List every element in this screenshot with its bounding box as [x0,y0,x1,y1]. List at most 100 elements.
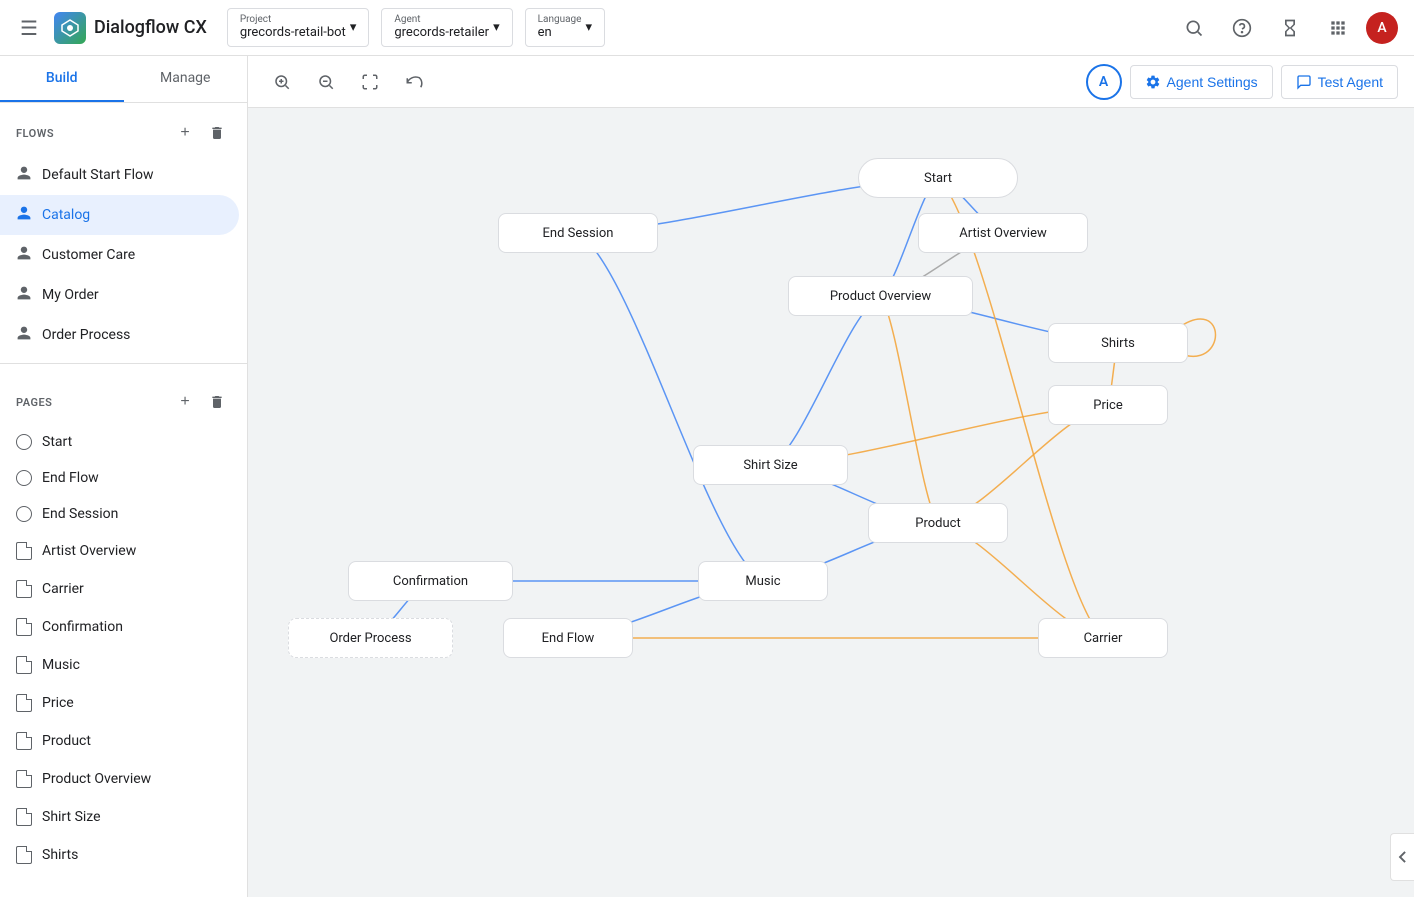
sidebar-page-label: Carrier [42,581,84,597]
flow-node-order-process[interactable]: Order Process [288,618,453,658]
language-dropdown-arrow: ▾ [585,20,592,35]
fit-screen-button[interactable] [352,64,388,100]
flow-node-music[interactable]: Music [698,561,828,601]
sidebar-item-end-flow[interactable]: End Flow [0,460,239,496]
sidebar-item-start[interactable]: Start [0,424,239,460]
sidebar-item-shirts[interactable]: Shirts [0,836,239,874]
sidebar-item-product[interactable]: Product [0,722,239,760]
agent-value: grecords-retailer [394,25,489,40]
flow-node-price[interactable]: Price [1048,385,1168,425]
language-label: Language [538,15,582,25]
sidebar-item-carrier[interactable]: Carrier [0,570,239,608]
sidebar-page-label: Start [42,434,72,450]
circle-icon [16,434,32,450]
project-dropdown-arrow: ▾ [350,20,357,35]
delete-page-button[interactable] [203,388,231,416]
app-name: Dialogflow CX [94,17,207,38]
flow-node-product-overview[interactable]: Product Overview [788,276,973,316]
sidebar-page-label: Product Overview [42,771,151,787]
flow-node-label: End Session [543,226,614,241]
sidebar-item-catalog[interactable]: Catalog [0,195,239,235]
sidebar-item-end-session[interactable]: End Session [0,496,239,532]
flow-node-artist-overview[interactable]: Artist Overview [918,213,1088,253]
zoom-out-button[interactable] [308,64,344,100]
language-value: en [538,25,582,40]
nav-icons: A [1174,8,1398,48]
flow-node-label: Shirts [1101,336,1135,351]
flow-node-end-flow[interactable]: End Flow [503,618,633,658]
project-dropdown[interactable]: Project grecords-retail-bot ▾ [227,8,370,47]
sidebar-page-label: End Session [42,506,118,522]
sidebar-item-price[interactable]: Price [0,684,239,722]
page-icon [16,846,32,864]
canvas-toolbar-right: A Agent Settings Test Agent [1086,64,1398,100]
flow-person-icon [16,285,32,305]
sidebar-item-shirt-size[interactable]: Shirt Size [0,798,239,836]
sidebar-item-music[interactable]: Music [0,646,239,684]
nav-dropdowns: Project grecords-retail-bot ▾ Agent grec… [227,8,605,47]
zoom-in-button[interactable] [264,64,300,100]
flow-node-confirmation[interactable]: Confirmation [348,561,513,601]
flow-node-label: Price [1093,398,1122,413]
flow-node-end-session[interactable]: End Session [498,213,658,253]
delete-flow-button[interactable] [203,119,231,147]
flow-node-start[interactable]: Start [858,158,1018,198]
sidebar-page-label: Music [42,657,80,673]
flow-canvas[interactable]: Start End Session Artist Overview Product O… [248,108,1414,897]
add-flow-button[interactable]: + [171,119,199,147]
flow-node-product[interactable]: Product [868,503,1008,543]
sidebar-item-customer-care[interactable]: Customer Care [0,235,239,275]
page-icon [16,580,32,598]
sidebar-item-order-process[interactable]: Order Process [0,315,239,355]
flows-section-icons: + [171,119,231,147]
flow-node-label: Start [924,171,952,186]
page-icon [16,770,32,788]
pages-list: Start End Flow End Session Artist Overvi… [0,424,247,874]
flow-node-shirt-size[interactable]: Shirt Size [693,445,848,485]
sidebar-page-label: Confirmation [42,619,123,635]
app-logo [54,12,86,44]
sidebar: Build Manage FLOWS + Default Start Flow … [0,56,248,897]
flow-node-label: Product Overview [830,289,931,304]
app-brand: Dialogflow CX [54,12,207,44]
grid-button[interactable] [1318,8,1358,48]
pages-section-header: PAGES + [0,372,247,424]
sidebar-item-default-start-flow[interactable]: Default Start Flow [0,155,239,195]
flow-node-label: Music [745,574,780,589]
search-button[interactable] [1174,8,1214,48]
agent-label: Agent [394,15,489,25]
sidebar-item-product-overview[interactable]: Product Overview [0,760,239,798]
hamburger-icon[interactable]: ☰ [16,12,42,44]
flow-person-icon [16,325,32,345]
sidebar-item-label: My Order [42,287,99,303]
sidebar-item-confirmation[interactable]: Confirmation [0,608,239,646]
sidebar-item-artist-overview[interactable]: Artist Overview [0,532,239,570]
tab-build[interactable]: Build [0,56,124,102]
language-dropdown[interactable]: Language en ▾ [525,8,605,47]
flow-node-shirts[interactable]: Shirts [1048,323,1188,363]
add-page-button[interactable]: + [171,388,199,416]
circle-icon [16,506,32,522]
sidebar-item-my-order[interactable]: My Order [0,275,239,315]
page-icon [16,656,32,674]
sidebar-item-label: Catalog [42,207,90,223]
flow-node-label: End Flow [542,631,595,646]
test-agent-button[interactable]: Test Agent [1281,65,1398,99]
flow-connections [248,108,1414,897]
agent-settings-button[interactable]: Agent Settings [1130,65,1273,99]
canvas-area: A Agent Settings Test Agent Start End Ses… [248,56,1414,897]
hourglass-button[interactable] [1270,8,1310,48]
user-avatar[interactable]: A [1366,12,1398,44]
undo-button[interactable] [396,64,432,100]
sidebar-page-label: Shirt Size [42,809,101,825]
sidebar-item-label: Default Start Flow [42,167,154,183]
agent-avatar-button[interactable]: A [1086,64,1122,100]
sidebar-collapse-button[interactable] [1390,833,1414,881]
flow-node-label: Product [915,516,960,531]
tab-manage[interactable]: Manage [124,56,248,102]
sidebar-page-label: Price [42,695,74,711]
flow-node-carrier[interactable]: Carrier [1038,618,1168,658]
help-button[interactable] [1222,8,1262,48]
sidebar-page-label: Shirts [42,847,78,863]
agent-dropdown[interactable]: Agent grecords-retailer ▾ [381,8,512,47]
